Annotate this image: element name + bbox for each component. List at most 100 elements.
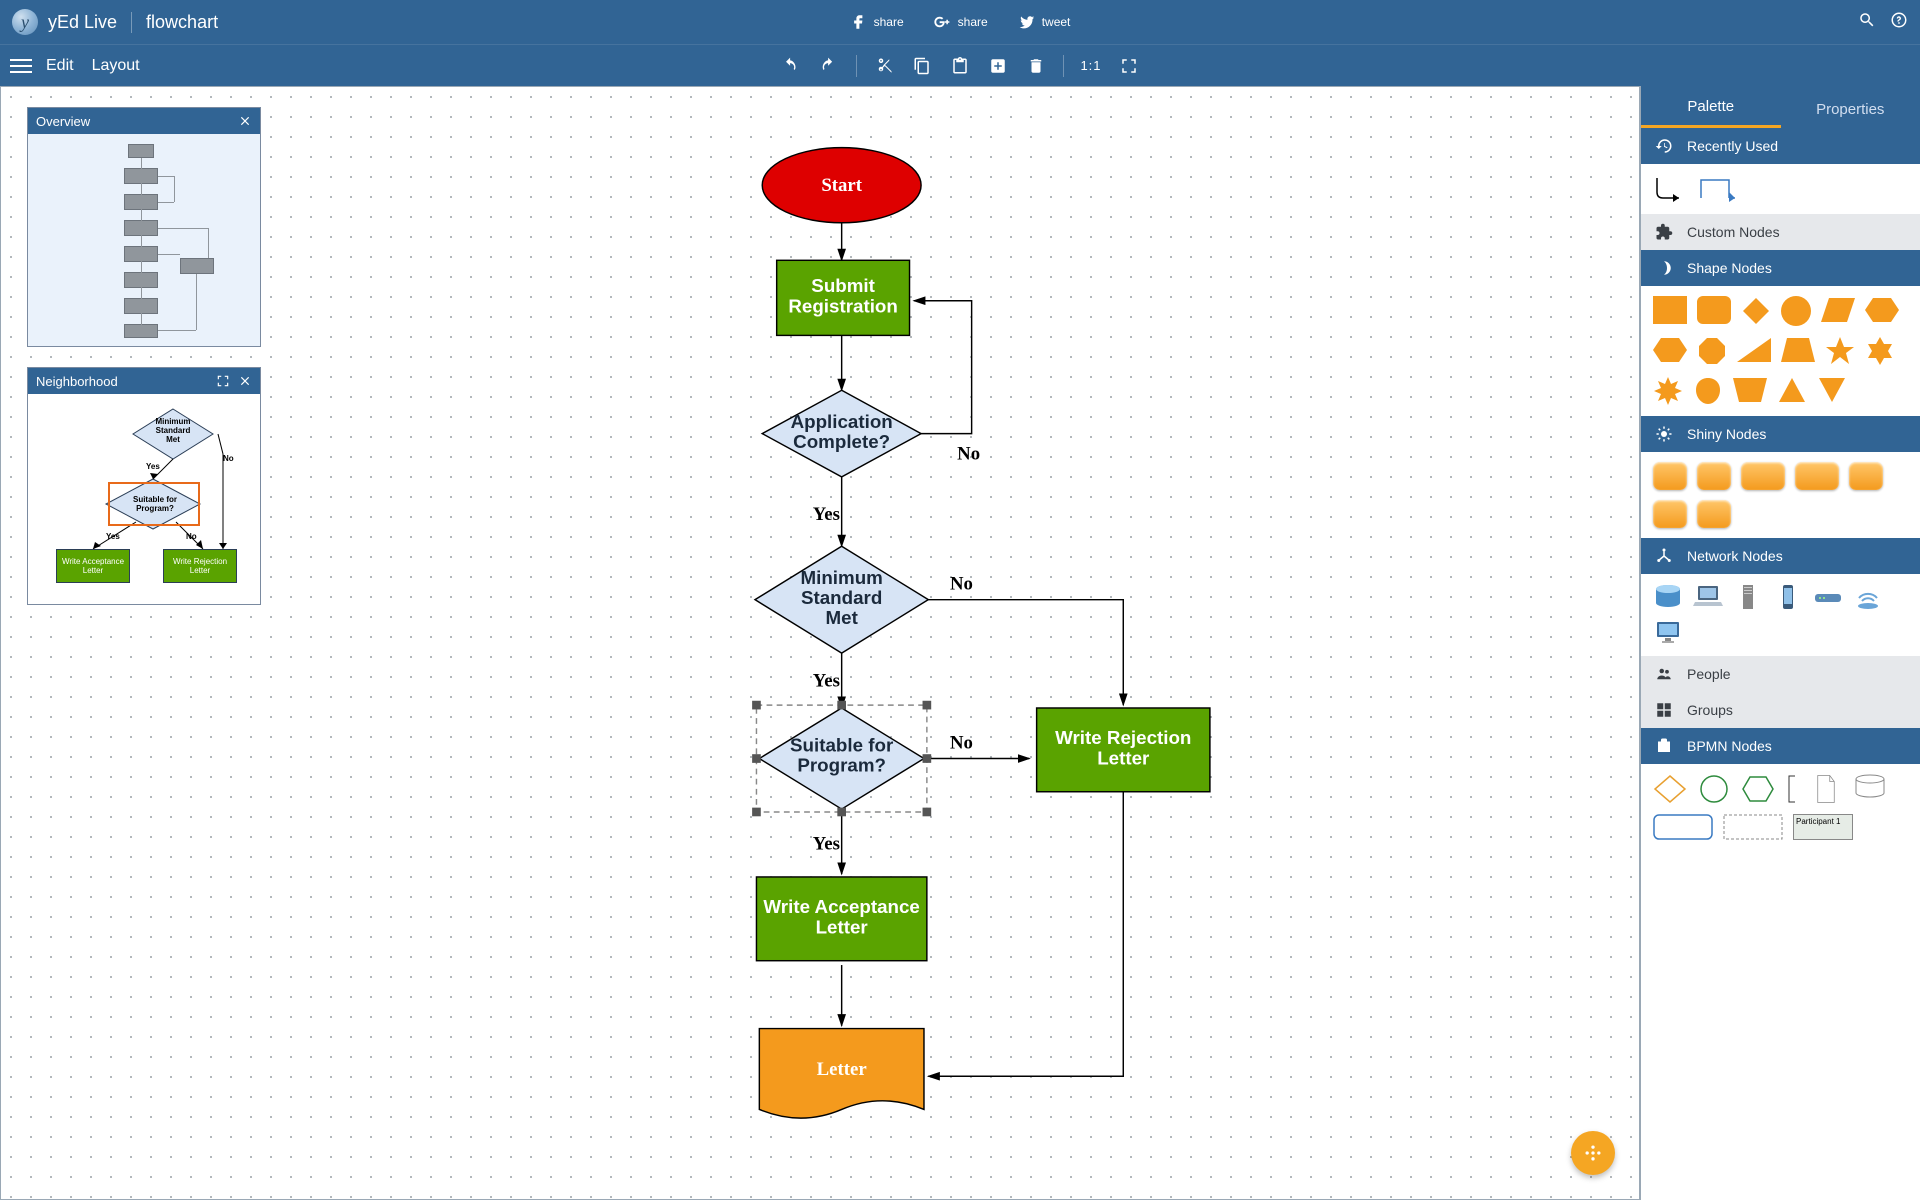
section-custom[interactable]: Custom Nodes [1641, 214, 1920, 250]
shape-tri[interactable] [1777, 376, 1807, 404]
undo-icon [782, 57, 800, 75]
share-facebook[interactable]: share [850, 13, 904, 31]
hamburger-menu[interactable] [10, 55, 32, 77]
section-groups[interactable]: Groups [1641, 692, 1920, 728]
shape-tri2[interactable] [1817, 376, 1847, 404]
shape-star5[interactable] [1825, 336, 1855, 366]
bpmn-circle[interactable] [1697, 774, 1731, 804]
workspace: Overview [0, 86, 1920, 1200]
menu-bar: Edit Layout 1:1 [0, 44, 1920, 86]
search-icon [1858, 11, 1876, 29]
shiny-2[interactable] [1697, 462, 1731, 490]
bpmn-subproc[interactable] [1723, 814, 1783, 840]
help-button[interactable] [1890, 11, 1908, 34]
svg-text:Yes: Yes [813, 834, 840, 855]
share-group: share share tweet [850, 13, 1071, 31]
net-server[interactable] [1733, 584, 1763, 610]
share-twitter[interactable]: tweet [1018, 13, 1071, 31]
shiny-7[interactable] [1697, 500, 1731, 528]
fit-button[interactable] [1118, 55, 1140, 77]
section-bpmn[interactable]: BPMN Nodes [1641, 728, 1920, 764]
net-db[interactable] [1653, 584, 1683, 610]
duplicate-button[interactable] [987, 55, 1009, 77]
layout-fab-icon [1583, 1143, 1603, 1163]
bpmn-participant[interactable]: Participant 1 [1793, 814, 1853, 840]
tab-properties[interactable]: Properties [1781, 91, 1920, 128]
shape-tri3[interactable] [1737, 336, 1771, 364]
share-gplus[interactable]: share [934, 13, 988, 31]
tab-palette[interactable]: Palette [1641, 88, 1781, 128]
bpmn-hex[interactable] [1741, 774, 1775, 804]
cut-button[interactable] [873, 55, 895, 77]
menu-layout[interactable]: Layout [92, 57, 140, 75]
shiny-6[interactable] [1653, 500, 1687, 528]
shape-diamond-sm[interactable] [1741, 296, 1771, 326]
shape-trap1[interactable] [1781, 336, 1815, 364]
bpmn-datastore[interactable] [1853, 774, 1887, 800]
paste-button[interactable] [949, 55, 971, 77]
shape-rect[interactable] [1653, 296, 1687, 324]
net-phone[interactable] [1773, 584, 1803, 610]
shape-ellipse[interactable] [1781, 296, 1811, 326]
twitter-icon [1018, 13, 1036, 31]
section-recent[interactable]: Recently Used [1641, 128, 1920, 164]
bpmn-bracket[interactable] [1785, 774, 1799, 804]
shape-hex[interactable] [1865, 296, 1899, 324]
gplus-icon [934, 13, 952, 31]
fit-icon [1120, 57, 1138, 75]
flowchart[interactable]: Yes No Yes No Yes No Start SubmitRegistr… [1, 87, 1639, 1199]
canvas[interactable]: Overview [0, 86, 1640, 1200]
search-button[interactable] [1858, 11, 1876, 34]
shape-star6[interactable] [1865, 336, 1895, 366]
share-twitter-label: tweet [1042, 15, 1071, 29]
section-network[interactable]: Network Nodes [1641, 538, 1920, 574]
shiny-4[interactable] [1795, 462, 1839, 490]
shape-roundrect[interactable] [1697, 296, 1731, 324]
history-icon [1655, 137, 1673, 155]
layout-fab[interactable] [1571, 1131, 1615, 1175]
svg-text:No: No [950, 732, 973, 753]
duplicate-icon [989, 57, 1007, 75]
redo-button[interactable] [818, 55, 840, 77]
shape-trap2[interactable] [1733, 376, 1767, 404]
document-name[interactable]: flowchart [146, 12, 218, 33]
svg-text:Yes: Yes [813, 504, 840, 525]
shape-hex2[interactable] [1653, 336, 1687, 364]
shiny-1[interactable] [1653, 462, 1687, 490]
sidebar: Palette Properties Recently Used Custom … [1640, 86, 1920, 1200]
shape-parallel[interactable] [1821, 296, 1855, 324]
net-wifi[interactable] [1853, 584, 1883, 610]
zoom-reset[interactable]: 1:1 [1080, 55, 1102, 77]
section-people-label: People [1687, 666, 1731, 682]
shape-body [1641, 286, 1920, 416]
bpmn-task[interactable] [1653, 814, 1713, 840]
recent-edge-curve[interactable] [1653, 174, 1689, 204]
bpmn-diamond[interactable] [1653, 774, 1687, 804]
undo-button[interactable] [780, 55, 802, 77]
app-logo: y [12, 9, 38, 35]
shiny-3[interactable] [1741, 462, 1785, 490]
recent-edge-step[interactable] [1699, 174, 1739, 204]
groups-icon [1655, 701, 1673, 719]
shape-blob[interactable] [1693, 376, 1723, 406]
section-shape[interactable]: Shape Nodes [1641, 250, 1920, 286]
menu-edit[interactable]: Edit [46, 57, 74, 75]
app-name: yEd Live [48, 12, 132, 33]
section-shiny-label: Shiny Nodes [1687, 426, 1766, 442]
shape-oct[interactable] [1697, 336, 1727, 366]
shiny-icon [1655, 425, 1673, 443]
copy-button[interactable] [911, 55, 933, 77]
section-custom-label: Custom Nodes [1687, 224, 1780, 240]
shiny-5[interactable] [1849, 462, 1883, 490]
shape-star8[interactable] [1653, 376, 1683, 406]
bpmn-doc[interactable] [1809, 774, 1843, 804]
section-shiny[interactable]: Shiny Nodes [1641, 416, 1920, 452]
section-people[interactable]: People [1641, 656, 1920, 692]
section-recent-label: Recently Used [1687, 138, 1778, 154]
toolbar: 1:1 [780, 55, 1140, 77]
net-laptop[interactable] [1693, 584, 1723, 610]
net-router[interactable] [1813, 584, 1843, 610]
net-monitor[interactable] [1653, 620, 1683, 646]
delete-button[interactable] [1025, 55, 1047, 77]
recent-body [1641, 164, 1920, 214]
